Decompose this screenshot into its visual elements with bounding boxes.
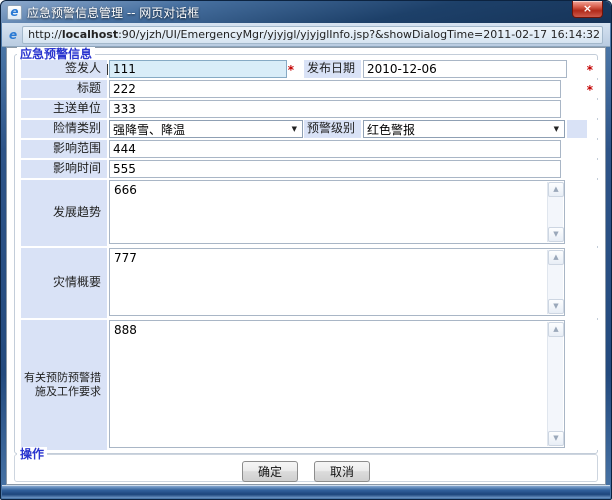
summary-value: 777 [114, 251, 137, 265]
scroll-down-icon[interactable]: ▼ [548, 431, 564, 446]
spacer-cell [583, 140, 599, 158]
row-title: 标题 * [21, 80, 599, 98]
measures-cell: 888 ▲ ▼ [107, 320, 583, 450]
section-title-actions: 操作 [17, 447, 47, 461]
url-prefix: http:// [28, 28, 62, 41]
ie-page-icon: e [7, 5, 22, 20]
row-summary: 灾情概要 777 ▲ ▼ [21, 248, 599, 318]
row-measures: 有关预防预警措施及工作要求 888 ▲ ▼ [21, 320, 599, 450]
chevron-down-icon: ▼ [287, 125, 302, 133]
impact-scope-input[interactable] [109, 140, 561, 158]
row-issuer-date: 签发人 * 发布日期 * [21, 60, 599, 78]
publish-date-label: 发布日期 [304, 60, 361, 78]
spacer-cell [583, 180, 599, 246]
required-cell: * [583, 60, 599, 78]
trend-value: 666 [114, 183, 137, 197]
measures-value: 888 [114, 323, 137, 337]
window-title: 应急预警信息管理 -- 网页对话框 [27, 4, 199, 21]
main-unit-label: 主送单位 [21, 100, 107, 118]
trend-textarea[interactable]: 666 ▲ ▼ [109, 180, 565, 244]
row-trend: 发展趋势 666 ▲ ▼ [21, 180, 599, 246]
title-input[interactable] [109, 80, 561, 98]
form-table: 签发人 * 发布日期 * 标题 [21, 60, 599, 452]
main-unit-input[interactable] [109, 100, 561, 118]
row-main-unit: 主送单位 [21, 100, 599, 118]
warning-level-select[interactable]: 红色警报 ▼ [363, 120, 565, 138]
required-cell: * [583, 80, 599, 98]
title-bar[interactable]: e 应急预警信息管理 -- 网页对话框 × [1, 1, 611, 23]
textarea-scrollbar[interactable]: ▲ ▼ [547, 322, 563, 446]
danger-type-cell: 强降雪、降温 ▼ [107, 120, 304, 138]
impact-time-label: 影响时间 [21, 160, 107, 178]
scroll-down-icon[interactable]: ▼ [548, 227, 564, 242]
warning-level-label: 预警级别 [304, 120, 361, 138]
status-bar [2, 485, 610, 498]
trend-cell: 666 ▲ ▼ [107, 180, 583, 246]
required-asterisk: * [587, 63, 593, 77]
scroll-up-icon[interactable]: ▲ [548, 250, 564, 265]
textarea-scrollbar[interactable]: ▲ ▼ [547, 182, 563, 242]
scroll-down-icon[interactable]: ▼ [548, 299, 564, 314]
ok-button[interactable]: 确定 [242, 461, 298, 482]
publish-date-cell [361, 60, 583, 78]
impact-time-cell [107, 160, 583, 178]
dialog-window: e 应急预警信息管理 -- 网页对话框 × e http://localhost… [0, 0, 612, 500]
ie-logo-icon: e [10, 6, 18, 18]
row-danger-warning: 险情类别 强降雪、降温 ▼ 预警级别 红色警报 ▼ [21, 120, 599, 138]
required-asterisk: * [587, 83, 593, 97]
chevron-down-icon: ▼ [549, 125, 564, 133]
issuer-cell: * [107, 60, 304, 78]
warning-level-value: 红色警报 [367, 121, 415, 138]
scroll-up-icon[interactable]: ▲ [548, 322, 564, 337]
required-asterisk: * [288, 63, 294, 77]
spacer-cell [583, 160, 599, 178]
spacer-cell [587, 120, 599, 138]
measures-label: 有关预防预警措施及工作要求 [21, 320, 107, 450]
publish-date-input[interactable] [363, 60, 567, 78]
summary-textarea[interactable]: 777 ▲ ▼ [109, 248, 565, 316]
ie-logo-icon: e [9, 29, 17, 41]
filler-cell [567, 120, 587, 138]
issuer-label: 签发人 [21, 60, 107, 78]
section-title-warning-info: 应急预警信息 [17, 47, 95, 61]
impact-time-input[interactable] [109, 160, 561, 178]
main-unit-cell [107, 100, 583, 118]
text-caret [107, 64, 108, 75]
scroll-up-icon[interactable]: ▲ [548, 182, 564, 197]
danger-type-value: 强降雪、降温 [113, 121, 185, 138]
textarea-scrollbar[interactable]: ▲ ▼ [547, 250, 563, 314]
issuer-input[interactable] [109, 60, 287, 78]
impact-scope-cell [107, 140, 583, 158]
warning-info-fieldset: 应急预警信息 签发人 * 发布日期 * [14, 54, 598, 454]
row-impact-time: 影响时间 [21, 160, 599, 178]
button-row: 确定 取消 [15, 461, 597, 482]
dialog-content: 应急预警信息 签发人 * 发布日期 * [6, 47, 606, 485]
close-button[interactable]: × [572, 1, 603, 18]
danger-type-select[interactable]: 强降雪、降温 ▼ [109, 120, 303, 138]
measures-textarea[interactable]: 888 ▲ ▼ [109, 320, 565, 448]
title-cell [107, 80, 583, 98]
summary-label: 灾情概要 [21, 248, 107, 318]
spacer-cell [583, 248, 599, 318]
title-label: 标题 [21, 80, 107, 98]
summary-cell: 777 ▲ ▼ [107, 248, 583, 318]
url-host: localhost [62, 28, 118, 41]
spacer-cell [583, 100, 599, 118]
cancel-button[interactable]: 取消 [314, 461, 370, 482]
url-path: :90/yjzh/UI/EmergencyMgr/yjyjgl/yjyjglIn… [118, 28, 600, 41]
trend-label: 发展趋势 [21, 180, 107, 246]
address-bar: e http://localhost:90/yjzh/UI/EmergencyM… [2, 23, 610, 47]
danger-type-label: 险情类别 [21, 120, 107, 138]
actions-fieldset: 操作 确定 取消 [14, 454, 598, 482]
warning-level-cell: 红色警报 ▼ [361, 120, 567, 138]
spacer-cell [583, 320, 599, 450]
row-impact-scope: 影响范围 [21, 140, 599, 158]
url-field[interactable]: http://localhost:90/yjzh/UI/EmergencyMgr… [22, 26, 603, 44]
impact-scope-label: 影响范围 [21, 140, 107, 158]
